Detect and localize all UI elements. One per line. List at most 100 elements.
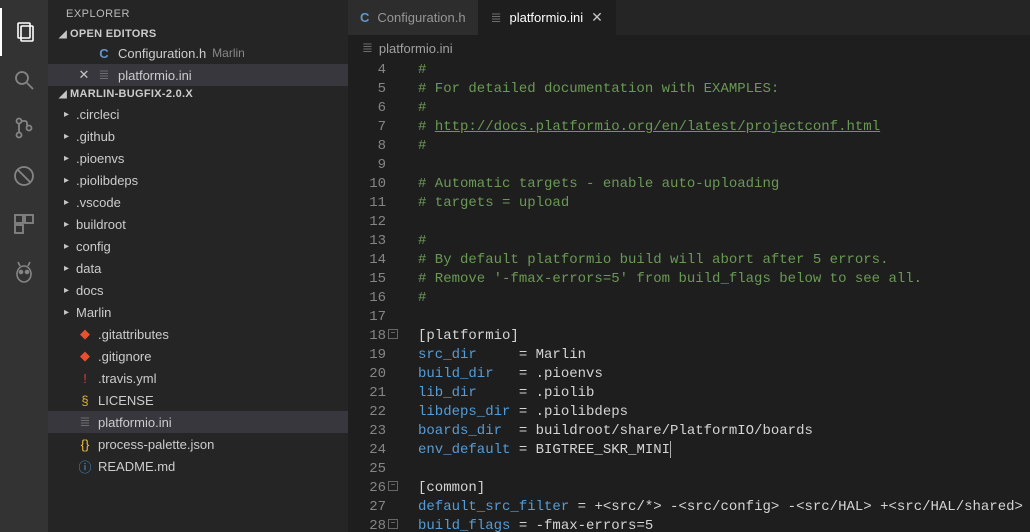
project-header-label: MARLIN-BUGFIX-2.0.X [70,88,193,100]
folder-item[interactable]: ▸buildroot [48,213,348,235]
open-editors-label: OPEN EDITORS [70,28,157,40]
file-name: process-palette.json [98,437,214,452]
folder-item[interactable]: ▸.vscode [48,191,348,213]
folder-item[interactable]: ▸.pioenvs [48,147,348,169]
editor-tab[interactable]: C Configuration.h [348,0,479,35]
fold-icon[interactable]: − [388,481,398,491]
file-icon: {} [76,437,94,452]
code-line[interactable]: # [418,137,1030,156]
folder-name: config [76,239,111,254]
file-icon: ≣ [362,40,373,56]
file-icon: § [76,393,94,408]
source-control-icon[interactable] [0,104,48,152]
fold-icon[interactable]: − [388,519,398,529]
code-line[interactable]: # targets = upload [418,194,1030,213]
code-line[interactable]: boards_dir = buildroot/share/PlatformIO/… [418,422,1030,441]
code-line[interactable]: # [418,99,1030,118]
close-icon[interactable]: ✕ [591,9,603,26]
code-editor[interactable]: 456789101112131415161718−192021222324252… [348,61,1030,532]
chevron-right-icon: ▸ [64,263,76,274]
file-item[interactable]: ⓘREADME.md [48,455,348,477]
tab-label: platformio.ini [509,10,583,25]
code-line[interactable]: env_default = BIGTREE_SKR_MINI [418,441,1030,460]
chevron-right-icon: ▸ [64,175,76,186]
code-lines[interactable]: ## For detailed documentation with EXAMP… [400,61,1030,532]
open-editors-list: CConfiguration.hMarlin✕≣platformio.ini [48,42,348,86]
file-icon: C [96,46,112,61]
code-line[interactable]: # Remove '-fmax-errors=5' from build_fla… [418,270,1030,289]
code-line[interactable]: # By default platformio build will abort… [418,251,1030,270]
folder-name: data [76,261,101,276]
tab-label: Configuration.h [377,10,465,25]
close-icon[interactable]: ✕ [76,67,92,83]
file-item[interactable]: ◆ .gitignore [48,345,348,367]
code-line[interactable]: default_src_filter = +<src/*> -<src/conf… [418,498,1030,517]
platformio-icon[interactable] [0,248,48,296]
file-icon: ◆ [76,348,94,364]
project-header[interactable]: ◢ MARLIN-BUGFIX-2.0.X [48,86,348,102]
code-line[interactable]: [common] [418,479,1030,498]
file-name: Configuration.h [118,46,206,61]
folder-name: .circleci [76,107,119,122]
file-item[interactable]: § LICENSE [48,389,348,411]
chevron-down-icon: ◢ [56,29,70,40]
code-line[interactable]: libdeps_dir = .piolibdeps [418,403,1030,422]
editor-tabs: C Configuration.h ≣ platformio.ini ✕ [348,0,1030,35]
file-item[interactable]: ! .travis.yml [48,367,348,389]
file-item[interactable]: ≣ platformio.ini [48,411,348,433]
file-item[interactable]: ◆.gitattributes [48,323,348,345]
file-name: platformio.ini [98,415,172,430]
open-editor-item[interactable]: CConfiguration.hMarlin [48,42,348,64]
folder-item[interactable]: ▸data [48,257,348,279]
open-editors-header[interactable]: ◢ OPEN EDITORS [48,26,348,42]
folder-item[interactable]: ▸config [48,235,348,257]
code-line[interactable]: # http://docs.platformio.org/en/latest/p… [418,118,1030,137]
folder-item[interactable]: ▸Marlin [48,301,348,323]
breadcrumb[interactable]: ≣ platformio.ini [348,35,1030,61]
code-line[interactable]: lib_dir = .piolib [418,384,1030,403]
file-icon: ! [76,371,94,386]
folder-item[interactable]: ▸.github [48,125,348,147]
code-line[interactable]: # [418,289,1030,308]
chevron-right-icon: ▸ [64,241,76,252]
file-icon: ≣ [491,10,502,26]
code-line[interactable]: build_dir = .pioenvs [418,365,1030,384]
file-icon: ⓘ [76,457,94,476]
folder-item[interactable]: ▸.piolibdeps [48,169,348,191]
code-line[interactable]: # [418,232,1030,251]
code-line[interactable] [418,156,1030,175]
code-line[interactable]: # [418,61,1030,80]
fold-icon[interactable]: − [388,329,398,339]
editor-tab[interactable]: ≣ platformio.ini ✕ [479,0,616,35]
folder-item[interactable]: ▸docs [48,279,348,301]
file-icon: ≣ [76,414,94,430]
code-line[interactable]: src_dir = Marlin [418,346,1030,365]
file-name: LICENSE [98,393,154,408]
file-name: .gitignore [98,349,151,364]
folder-name: .pioenvs [76,151,124,166]
code-line[interactable] [418,308,1030,327]
code-line[interactable] [418,213,1030,232]
folder-name: .vscode [76,195,121,210]
code-line[interactable]: # For detailed documentation with EXAMPL… [418,80,1030,99]
folder-item[interactable]: ▸.circleci [48,103,348,125]
search-icon[interactable] [0,56,48,104]
debug-icon[interactable] [0,152,48,200]
explorer-icon[interactable] [0,8,48,56]
code-line[interactable] [418,460,1030,479]
file-icon: ◆ [76,326,94,342]
folder-name: buildroot [76,217,126,232]
activity-bar [0,0,48,532]
code-line[interactable]: [platformio] [418,327,1030,346]
file-name: platformio.ini [118,68,192,83]
folder-name: .github [76,129,115,144]
code-line[interactable]: build_flags = -fmax-errors=5 [418,517,1030,532]
file-name: .travis.yml [98,371,157,386]
extensions-icon[interactable] [0,200,48,248]
chevron-right-icon: ▸ [64,153,76,164]
code-line[interactable]: # Automatic targets - enable auto-upload… [418,175,1030,194]
file-item[interactable]: {} process-palette.json [48,433,348,455]
open-editor-item[interactable]: ✕≣platformio.ini [48,64,348,86]
chevron-right-icon: ▸ [64,131,76,142]
file-icon: C [360,10,369,25]
